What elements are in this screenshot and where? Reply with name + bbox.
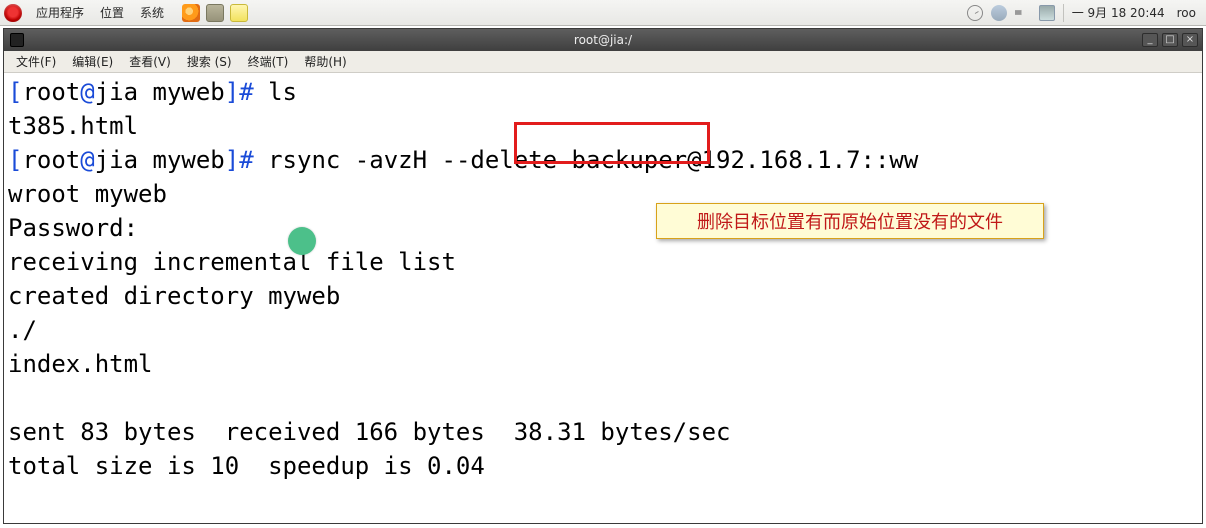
annotation-callout: 删除目标位置有而原始位置没有的文件 bbox=[656, 203, 1044, 239]
terminal-line: created directory myweb bbox=[8, 279, 1198, 313]
desktop-top-panel: 应用程序 位置 系统 一 9月 18 20:44 roo bbox=[0, 0, 1206, 26]
window-title: root@jia:/ bbox=[574, 33, 632, 47]
window-close-button[interactable]: × bbox=[1182, 33, 1198, 47]
distro-logo-icon bbox=[4, 4, 22, 22]
terminal-line: index.html bbox=[8, 347, 1198, 381]
terminal-line: [root@jia myweb]# ls bbox=[8, 75, 1198, 109]
menu-help[interactable]: 帮助(H) bbox=[296, 53, 354, 70]
terminal-line bbox=[8, 381, 1198, 415]
panel-username[interactable]: roo bbox=[1173, 6, 1196, 20]
menu-edit[interactable]: 编辑(E) bbox=[64, 53, 121, 70]
menu-terminal[interactable]: 终端(T) bbox=[240, 53, 297, 70]
volume-icon[interactable] bbox=[1015, 5, 1031, 21]
window-minimize-button[interactable]: _ bbox=[1142, 33, 1158, 47]
tray-separator bbox=[1063, 4, 1064, 22]
annotation-pointer-dot bbox=[288, 227, 316, 255]
system-tray: 一 9月 18 20:44 roo bbox=[967, 4, 1202, 22]
panel-menu-places[interactable]: 位置 bbox=[92, 4, 132, 21]
terminal-menubar: 文件(F) 编辑(E) 查看(V) 搜索 (S) 终端(T) 帮助(H) bbox=[4, 51, 1202, 73]
file-manager-icon[interactable] bbox=[206, 4, 224, 22]
panel-launchers bbox=[182, 4, 248, 22]
terminal-output-area[interactable]: [root@jia myweb]# lst385.html[root@jia m… bbox=[4, 73, 1202, 523]
terminal-line: ./ bbox=[8, 313, 1198, 347]
panel-datetime[interactable]: 一 9月 18 20:44 bbox=[1072, 4, 1165, 21]
window-titlebar[interactable]: root@jia:/ _ □ × bbox=[4, 29, 1202, 51]
panel-menu-system[interactable]: 系统 bbox=[132, 4, 172, 21]
terminal-line: receiving incremental file list bbox=[8, 245, 1198, 279]
notepad-icon[interactable] bbox=[230, 4, 248, 22]
menu-file[interactable]: 文件(F) bbox=[8, 53, 64, 70]
terminal-line: [root@jia myweb]# rsync -avzH --delete b… bbox=[8, 143, 1198, 177]
terminal-line: total size is 10 speedup is 0.04 bbox=[8, 449, 1198, 483]
terminal-app-icon bbox=[10, 33, 24, 47]
network-icon[interactable] bbox=[1039, 5, 1055, 21]
terminal-line: sent 83 bytes received 166 bytes 38.31 b… bbox=[8, 415, 1198, 449]
terminal-window: root@jia:/ _ □ × 文件(F) 编辑(E) 查看(V) 搜索 (S… bbox=[3, 28, 1203, 524]
menu-search[interactable]: 搜索 (S) bbox=[179, 53, 240, 70]
terminal-line: t385.html bbox=[8, 109, 1198, 143]
update-notifier-icon[interactable] bbox=[991, 5, 1007, 21]
window-maximize-button[interactable]: □ bbox=[1162, 33, 1178, 47]
clock-applet-icon[interactable] bbox=[967, 5, 983, 21]
menu-view[interactable]: 查看(V) bbox=[121, 53, 179, 70]
panel-menu-applications[interactable]: 应用程序 bbox=[28, 4, 92, 21]
firefox-icon[interactable] bbox=[182, 4, 200, 22]
